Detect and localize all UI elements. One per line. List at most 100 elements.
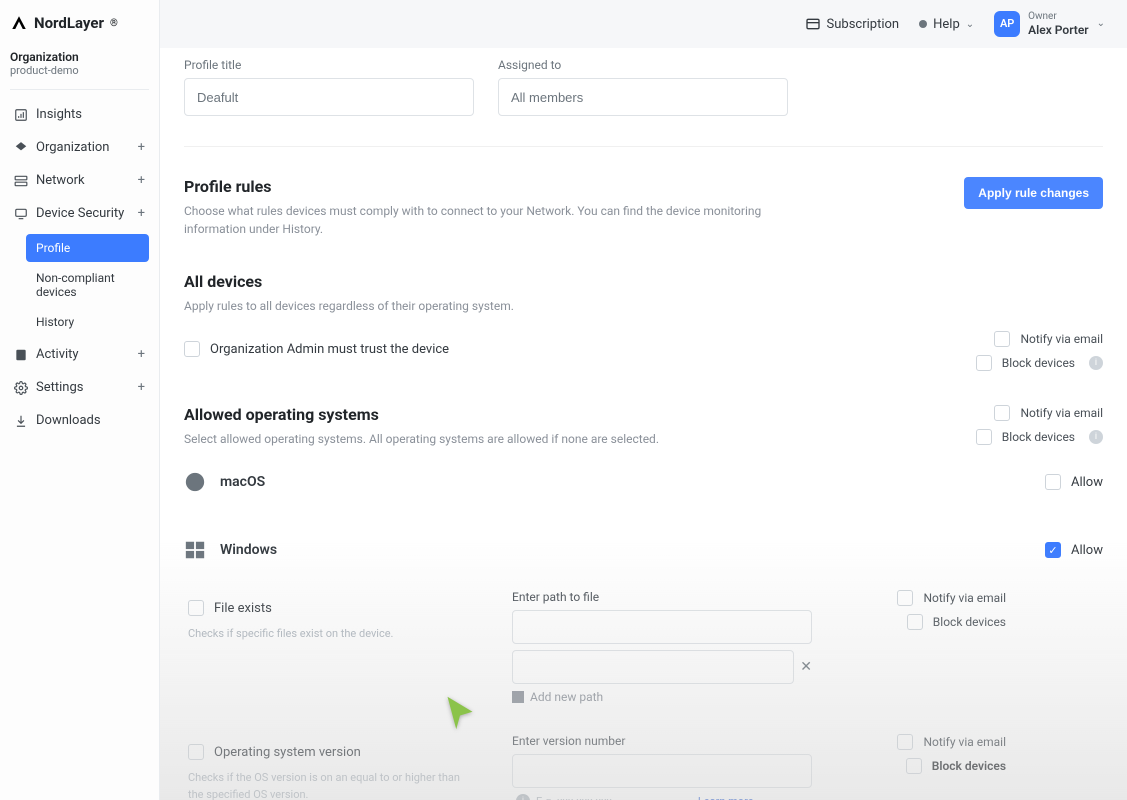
subnav-non-compliant[interactable]: Non-compliant devices <box>26 264 149 306</box>
nav-settings[interactable]: Settings + <box>10 371 149 404</box>
allowed-os-block-checkbox[interactable] <box>976 429 992 445</box>
file-exists-label: File exists <box>214 601 272 616</box>
allow-label: Allow <box>1071 475 1103 490</box>
owner-role: Owner <box>1028 11 1088 23</box>
status-dot-icon <box>919 20 927 28</box>
os-version-desc: Checks if the OS version is on an equal … <box>188 770 468 800</box>
nav-label: Network <box>36 173 85 188</box>
nav-activity[interactable]: Activity + <box>10 338 149 371</box>
os-version-block-checkbox[interactable] <box>906 758 922 774</box>
profile-title-input[interactable] <box>184 78 474 116</box>
activity-icon <box>14 348 28 362</box>
block-label: Block devices <box>1002 356 1075 370</box>
file-exists-notify-checkbox[interactable] <box>897 590 913 606</box>
owner-name: Alex Porter <box>1028 23 1088 37</box>
plus-icon: + <box>138 347 145 362</box>
block-label: Block devices <box>933 615 1006 629</box>
all-devices-block-checkbox[interactable] <box>976 355 992 371</box>
help-label: Help <box>933 17 960 32</box>
assigned-to-label: Assigned to <box>498 58 788 72</box>
windows-icon <box>184 539 206 561</box>
nav-label: Activity <box>36 347 79 362</box>
os-windows-label: Windows <box>220 542 277 558</box>
trust-device-checkbox[interactable] <box>184 341 200 357</box>
info-icon: i <box>516 794 530 800</box>
all-devices-title: All devices <box>184 272 1103 291</box>
add-icon <box>512 691 524 703</box>
organization-icon <box>14 141 28 155</box>
add-new-path-link[interactable]: Add new path <box>512 690 812 704</box>
nav-network[interactable]: Network + <box>10 164 149 197</box>
logo-icon <box>10 14 28 32</box>
os-version-input[interactable] <box>512 754 812 788</box>
subscription-icon <box>805 16 821 32</box>
learn-more-link[interactable]: Learn more <box>698 795 754 800</box>
notify-label: Notify via email <box>923 735 1006 749</box>
file-path-input-1[interactable] <box>512 610 812 644</box>
nav-label: Settings <box>36 380 83 395</box>
nav-label: Downloads <box>36 413 101 428</box>
file-exists-checkbox[interactable] <box>188 600 204 616</box>
avatar: AP <box>994 11 1020 37</box>
subscription-label: Subscription <box>827 17 900 32</box>
all-devices-desc: Apply rules to all devices regardless of… <box>184 297 784 315</box>
profile-rules-desc: Choose what rules devices must comply wi… <box>184 202 784 238</box>
os-version-hint: E.g. xxx.xxx.xxx <box>536 795 612 800</box>
plus-icon: + <box>138 206 145 221</box>
windows-allow-checkbox[interactable] <box>1045 542 1061 558</box>
macos-icon <box>184 471 206 493</box>
nav-label: Insights <box>36 107 82 122</box>
notify-label: Notify via email <box>1020 406 1103 420</box>
nav-downloads[interactable]: Downloads <box>10 404 149 437</box>
file-exists-desc: Checks if specific files exist on the de… <box>188 626 468 643</box>
chevron-down-icon: ⌄ <box>1097 18 1105 29</box>
plus-icon: + <box>138 380 145 395</box>
info-icon[interactable]: i <box>1089 356 1103 370</box>
profile-rules-title: Profile rules <box>184 177 940 196</box>
allowed-os-desc: Select allowed operating systems. All op… <box>184 430 784 448</box>
add-path-label: Add new path <box>530 690 603 704</box>
nav-label: Organization <box>36 140 109 155</box>
org-label: Organization <box>10 50 149 64</box>
plus-icon: + <box>138 140 145 155</box>
remove-path-icon[interactable]: ✕ <box>800 659 812 675</box>
apply-rule-changes-button[interactable]: Apply rule changes <box>964 177 1103 209</box>
trust-device-label: Organization Admin must trust the device <box>210 342 449 357</box>
profile-title-label: Profile title <box>184 58 474 72</box>
cursor-icon <box>445 693 475 733</box>
network-icon <box>14 174 28 188</box>
brand-name: NordLayer <box>34 14 104 32</box>
info-icon[interactable]: i <box>1089 430 1103 444</box>
device-security-icon <box>14 207 28 221</box>
settings-icon <box>14 381 28 395</box>
allowed-os-title: Allowed operating systems <box>184 405 933 424</box>
nav-organization[interactable]: Organization + <box>10 131 149 164</box>
file-exists-block-checkbox[interactable] <box>907 614 923 630</box>
all-devices-notify-checkbox[interactable] <box>994 331 1010 347</box>
os-version-field-label: Enter version number <box>512 734 812 748</box>
brand-logo[interactable]: NordLayer® <box>10 14 149 32</box>
file-path-label: Enter path to file <box>512 590 812 604</box>
file-path-input-2[interactable] <box>512 650 794 684</box>
downloads-icon <box>14 414 28 428</box>
os-version-checkbox[interactable] <box>188 744 204 760</box>
insights-icon <box>14 108 28 122</box>
subnav-profile[interactable]: Profile <box>26 234 149 262</box>
topbar: Subscription Help ⌄ AP Owner Alex Porter… <box>160 0 1127 48</box>
os-version-notify-checkbox[interactable] <box>897 734 913 750</box>
nav-insights[interactable]: Insights <box>10 98 149 131</box>
block-label: Block devices <box>1002 430 1075 444</box>
notify-label: Notify via email <box>923 591 1006 605</box>
sidebar: NordLayer® Organization product-demo Ins… <box>0 0 160 800</box>
account-menu[interactable]: AP Owner Alex Porter ⌄ <box>994 11 1105 37</box>
notify-label: Notify via email <box>1020 332 1103 346</box>
subnav-history[interactable]: History <box>26 308 149 336</box>
macos-allow-checkbox[interactable] <box>1045 474 1061 490</box>
allowed-os-notify-checkbox[interactable] <box>994 405 1010 421</box>
os-version-label: Operating system version <box>214 745 361 760</box>
subscription-link[interactable]: Subscription <box>805 16 900 32</box>
help-link[interactable]: Help ⌄ <box>919 17 974 32</box>
assigned-to-input[interactable] <box>498 78 788 116</box>
allow-label: Allow <box>1071 543 1103 558</box>
nav-device-security[interactable]: Device Security + <box>10 197 149 230</box>
